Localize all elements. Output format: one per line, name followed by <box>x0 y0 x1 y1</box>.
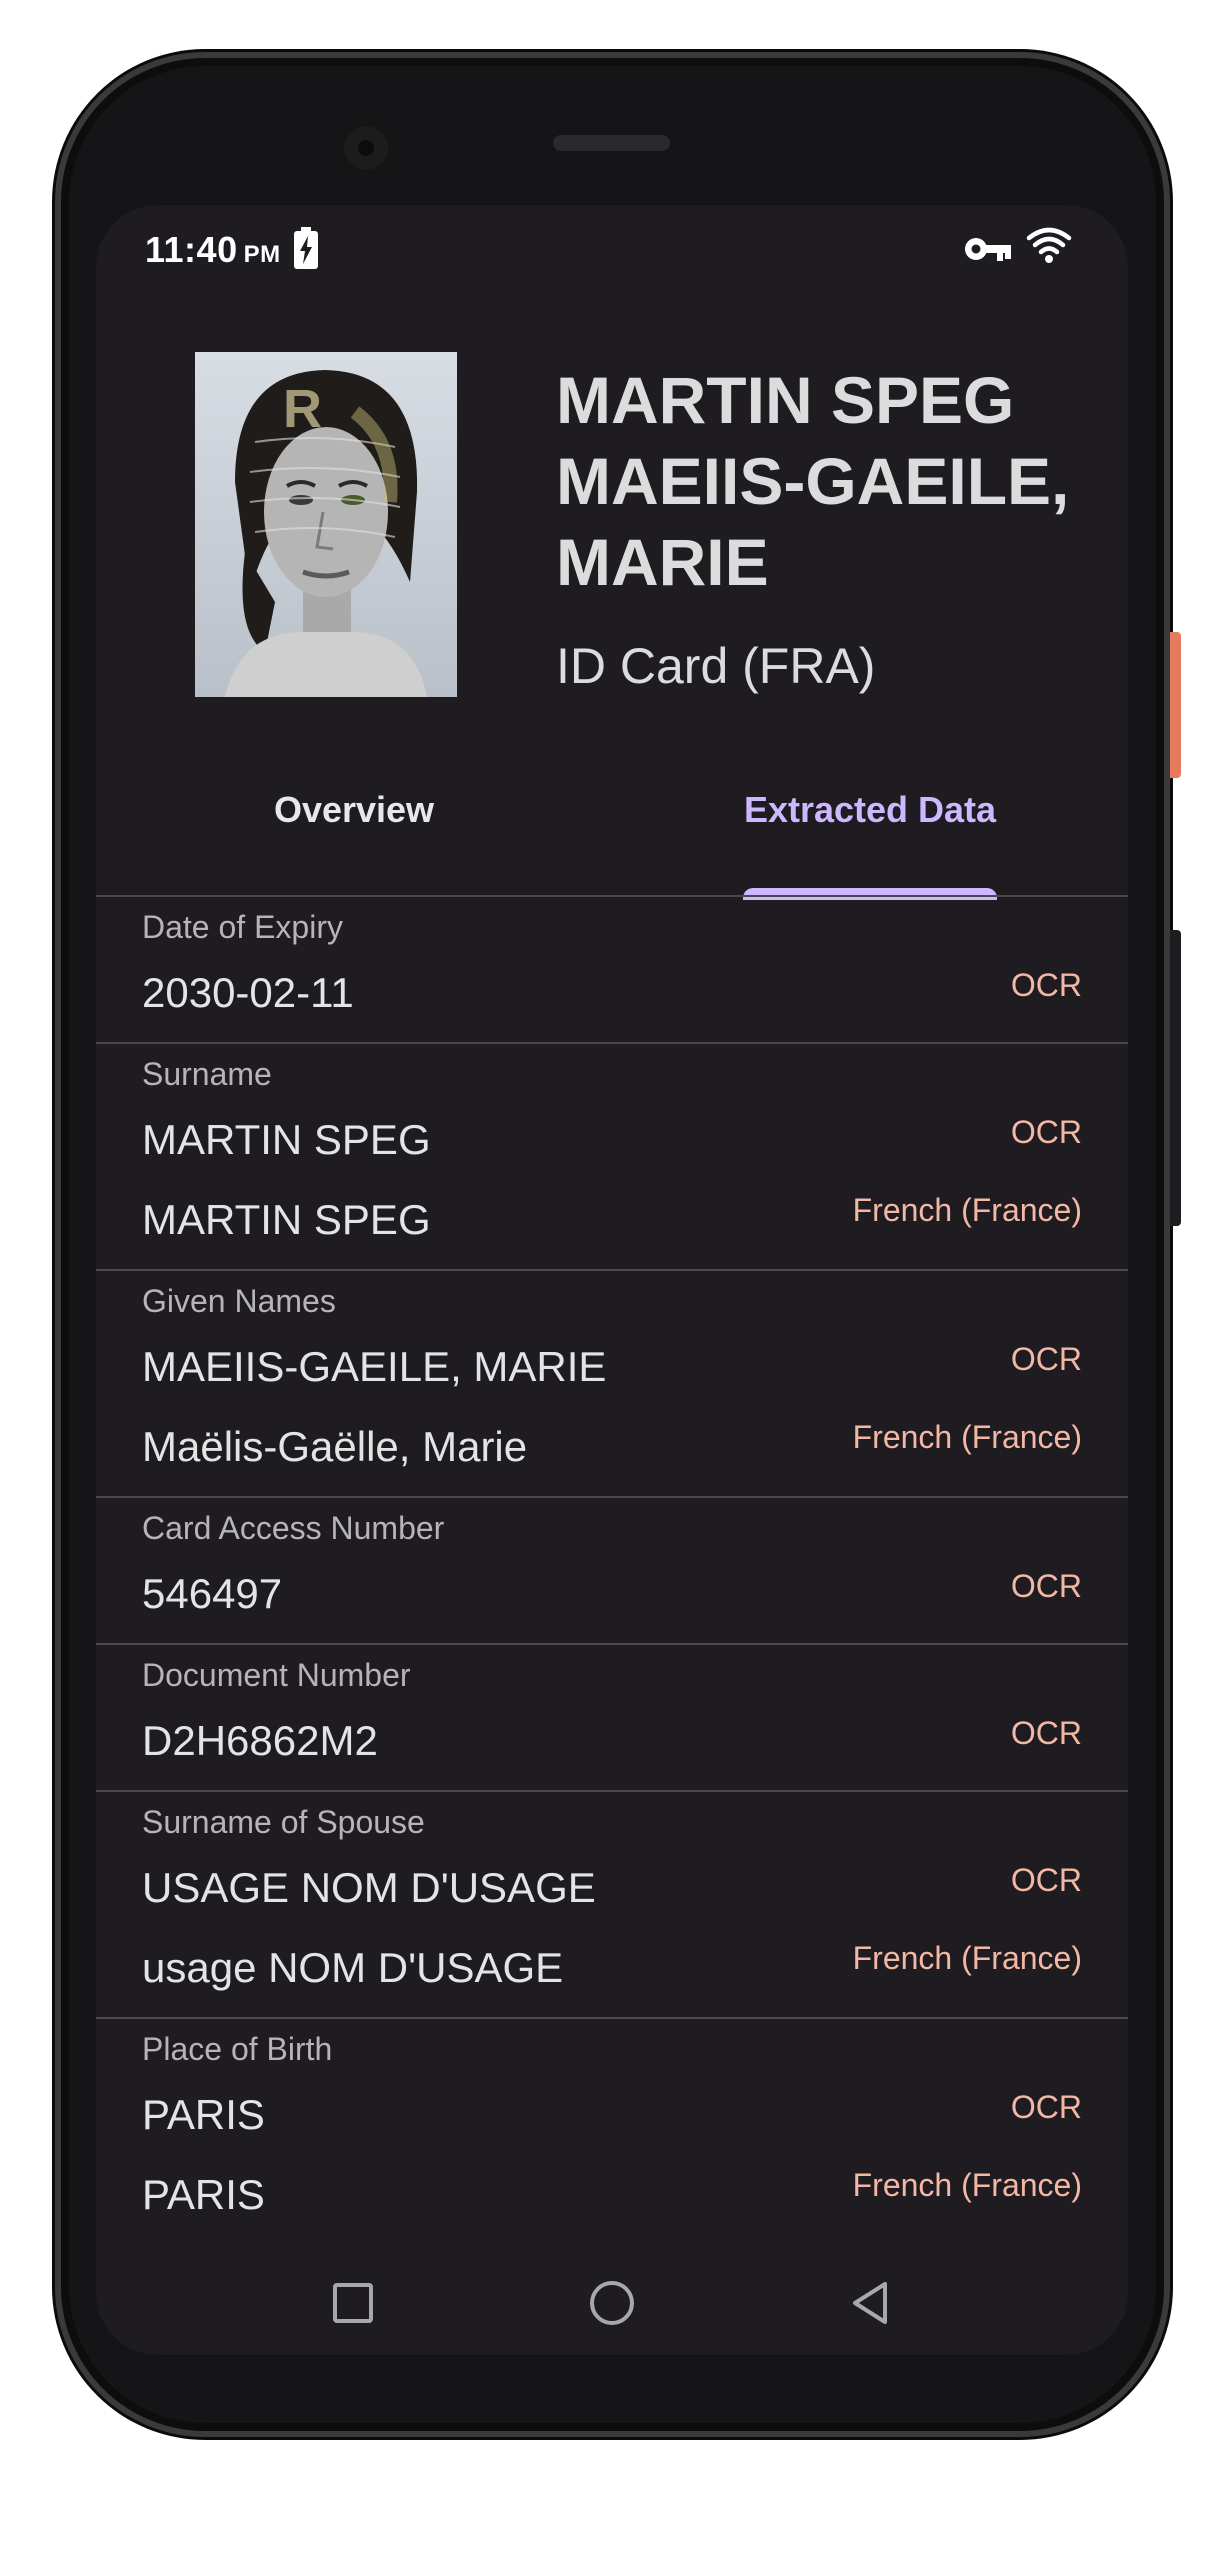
battery-charging-icon <box>294 227 318 269</box>
front-camera <box>338 120 394 176</box>
field-source: OCR <box>1010 1114 1082 1150</box>
field-value: MAEIIS-GAEILE, MARIE <box>142 1343 607 1390</box>
tab-overview[interactable]: Overview <box>96 765 612 855</box>
app-screen: 11:40 PM R MARTIN SPEG MAEIIS-GAEILE, MA… <box>96 205 1128 2355</box>
field-source: OCR <box>1010 1715 1082 1751</box>
wifi-icon <box>1026 227 1072 263</box>
volume-button <box>1170 930 1181 1226</box>
field-label: Surname <box>142 1056 272 1092</box>
field-source: OCR <box>1010 2089 1082 2125</box>
field-value: MARTIN SPEG <box>142 1196 431 1243</box>
field-source: OCR <box>1010 1568 1082 1604</box>
earpiece-speaker <box>553 135 670 151</box>
field-value: PARIS <box>142 2171 265 2218</box>
status-time: 11:40 PM <box>145 229 281 271</box>
field-label: Card Access Number <box>142 1510 445 1546</box>
system-nav-bar <box>96 2255 1128 2355</box>
field-label: Place of Birth <box>142 2031 333 2067</box>
field-value: Maëlis-Gaëlle, Marie <box>142 1423 528 1470</box>
power-button <box>1170 632 1181 778</box>
field-source: OCR <box>1010 1862 1082 1898</box>
field-date-of-expiry: Date of Expiry 2030-02-11 OCR <box>96 897 1128 1044</box>
field-label: Given Names <box>142 1283 336 1319</box>
field-source: French (France) <box>852 1419 1082 1455</box>
extracted-data-list[interactable]: Date of Expiry 2030-02-11 OCR Surname MA… <box>96 897 1128 2244</box>
field-place-of-birth: Place of Birth PARIS OCR PARIS French (F… <box>96 2019 1128 2244</box>
recents-square-icon[interactable] <box>323 2273 383 2333</box>
holder-name-line3: MARIE <box>556 525 769 599</box>
field-source: French (France) <box>852 1192 1082 1228</box>
field-label: Document Number <box>142 1657 411 1693</box>
holder-name-line1: MARTIN SPEG <box>556 363 1015 437</box>
field-value: USAGE NOM D'USAGE <box>142 1864 596 1911</box>
field-value: 2030-02-11 <box>142 969 354 1016</box>
tab-extracted-data[interactable]: Extracted Data <box>612 765 1128 855</box>
vpn-key-icon <box>965 238 1011 261</box>
holder-name-line2: MAEIIS-GAEILE, <box>556 444 1070 518</box>
status-ampm: PM <box>243 241 281 268</box>
field-value: PARIS <box>142 2091 265 2138</box>
field-source: OCR <box>1010 1341 1082 1377</box>
field-source: French (France) <box>852 2167 1082 2203</box>
portrait-photo: R <box>195 352 457 697</box>
status-bar: 11:40 PM <box>96 205 1128 295</box>
svg-text:R: R <box>283 379 322 439</box>
back-triangle-icon[interactable] <box>841 2273 901 2333</box>
field-value: MARTIN SPEG <box>142 1116 431 1163</box>
field-surname: Surname MARTIN SPEG OCR MARTIN SPEG Fren… <box>96 1044 1128 1271</box>
field-surname-of-spouse: Surname of Spouse USAGE NOM D'USAGE OCR … <box>96 1792 1128 2019</box>
home-circle-icon[interactable] <box>582 2273 642 2333</box>
field-given-names: Given Names MAEIIS-GAEILE, MARIE OCR Maë… <box>96 1271 1128 1498</box>
field-value: D2H6862M2 <box>142 1717 378 1764</box>
field-card-access-number: Card Access Number 546497 OCR <box>96 1498 1128 1645</box>
holder-name: MARTIN SPEG MAEIIS-GAEILE, MARIE <box>556 360 1116 603</box>
field-source: French (France) <box>852 1940 1082 1976</box>
field-label: Surname of Spouse <box>142 1804 425 1840</box>
tab-bar: Overview Extracted Data <box>96 765 1128 855</box>
field-value: 546497 <box>142 1570 283 1617</box>
field-label: Date of Expiry <box>142 909 343 945</box>
field-document-number: Document Number D2H6862M2 OCR <box>96 1645 1128 1792</box>
status-clock: 11:40 <box>145 229 238 270</box>
field-value: usage NOM D'USAGE <box>142 1944 564 1991</box>
field-source: OCR <box>1010 967 1082 1003</box>
document-type: ID Card (FRA) <box>556 638 876 694</box>
